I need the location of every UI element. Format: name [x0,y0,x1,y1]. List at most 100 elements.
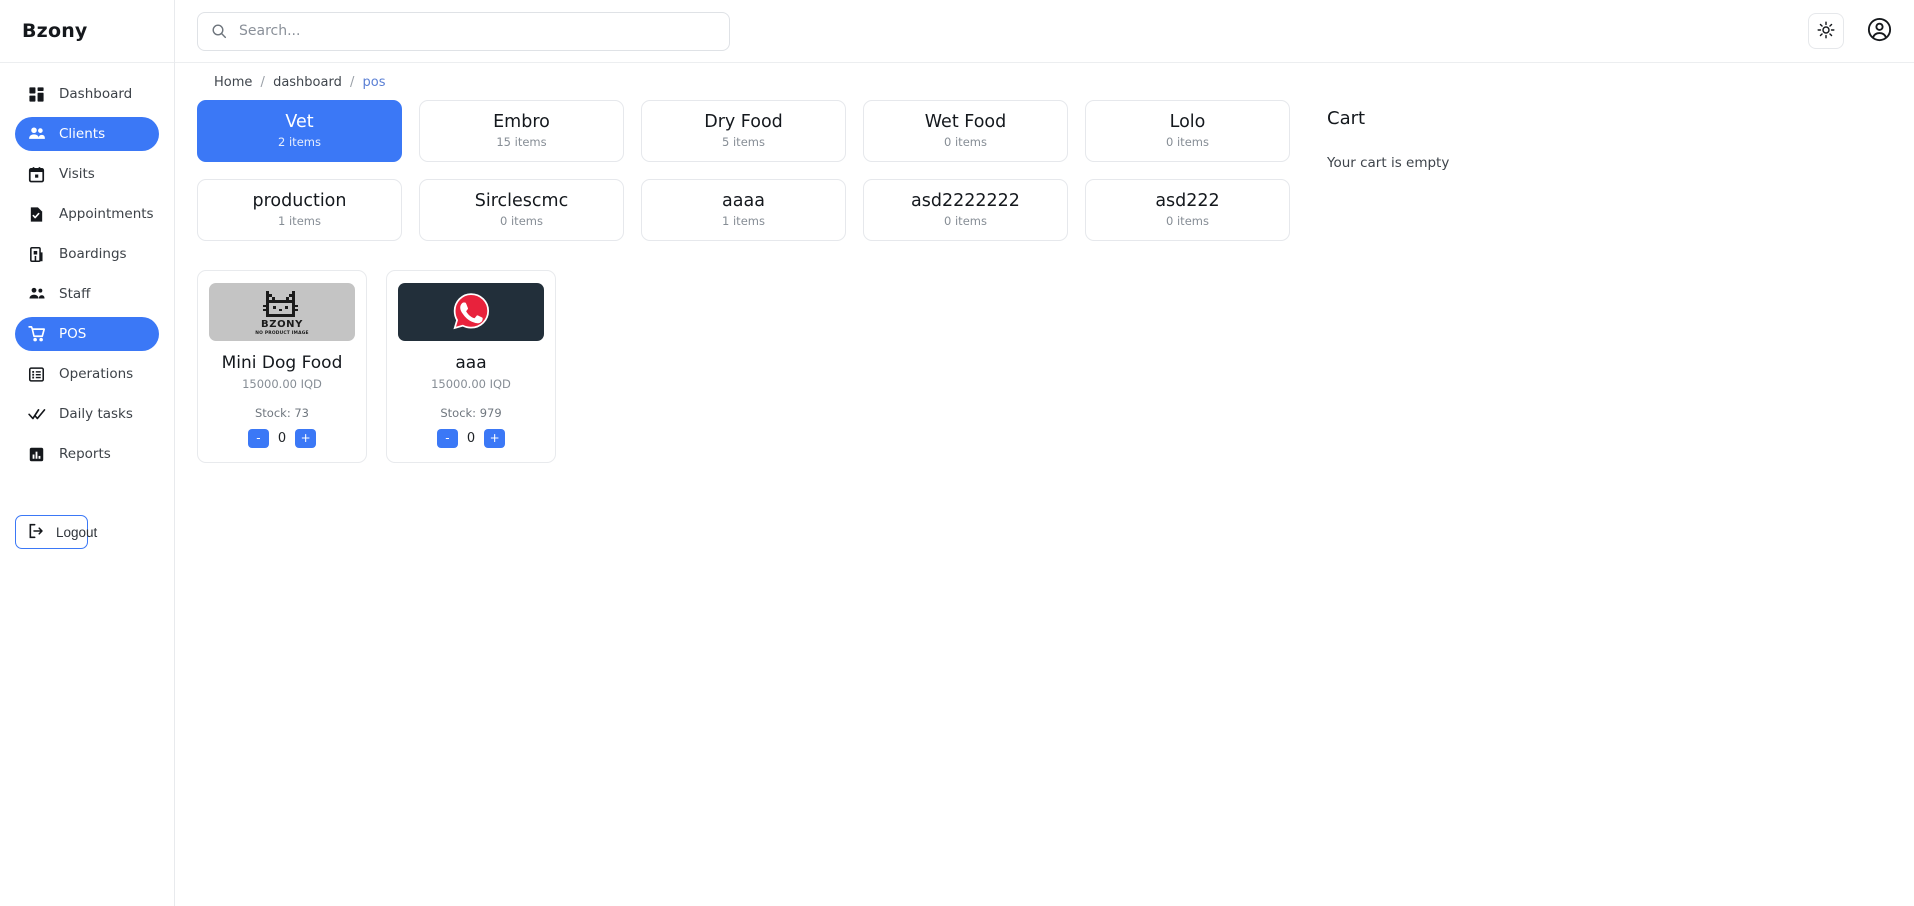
category-count: 5 items [722,135,765,150]
category-count: 15 items [496,135,547,150]
sidebar-nav: Dashboard Clients Visits Appointments Bo… [0,63,174,477]
product-stock: Stock: 979 [440,405,502,420]
bzony-cat-logo-icon: BZONY NO PRODUCT IMAGE [255,291,309,336]
category-count: 2 items [278,135,321,150]
account-button[interactable] [1866,17,1892,45]
content-area: Home / dashboard / pos Vet 2 items Embro [175,63,1914,906]
category-name: Wet Food [924,111,1007,132]
decrement-button[interactable]: - [436,428,458,448]
category-name: Sirclescmc [474,190,569,211]
search-container [197,11,730,51]
topbar [175,0,1914,63]
list-icon [27,365,46,384]
bar-chart-icon [27,445,46,464]
placeholder-caption-text: NO PRODUCT IMAGE [255,330,308,336]
product-image [398,283,544,341]
breadcrumb: Home / dashboard / pos [214,75,1892,90]
sidebar-item-dashboard[interactable]: Dashboard [15,77,159,111]
increment-button[interactable]: + [484,428,506,448]
sidebar-item-label: Visits [59,166,95,182]
increment-button[interactable]: + [295,428,317,448]
product-price: 15000.00 IQD [431,376,511,391]
sidebar-item-reports[interactable]: Reports [15,437,159,471]
sidebar-item-clients[interactable]: Clients [15,117,159,151]
topbar-actions [1808,13,1892,49]
user-circle-icon [1867,17,1892,45]
breadcrumb-current: pos [362,75,386,90]
placeholder-logo-text: BZONY [261,319,303,330]
product-name: aaa [455,353,487,373]
main-area: Home / dashboard / pos Vet 2 items Embro [175,0,1914,906]
category-name: Lolo [1169,111,1206,132]
calendar-icon [27,165,46,184]
category-name: Embro [493,111,550,132]
category-tile-embro[interactable]: Embro 15 items [419,100,624,162]
logout-button[interactable]: Logout [15,515,97,549]
breadcrumb-dashboard[interactable]: dashboard [273,75,342,90]
logout-label: Logout [56,524,98,540]
dashboard-icon [27,85,46,104]
cart-empty-message: Your cart is empty [1327,155,1450,171]
quantity-value: 0 [277,430,287,446]
sidebar-item-visits[interactable]: Visits [15,157,159,191]
app-root: Bzony Dashboard Clients Visits Appointme… [0,0,1914,906]
category-tile-asd222[interactable]: asd222 0 items [1085,179,1290,241]
product-card[interactable]: BZONY NO PRODUCT IMAGE Mini Dog Food 150… [197,270,367,463]
category-count: 1 items [722,214,765,229]
breadcrumb-home[interactable]: Home [214,75,252,90]
product-stock: Stock: 73 [255,405,309,420]
theme-toggle-button[interactable] [1808,13,1844,49]
cart-title: Cart [1327,108,1366,129]
whatsapp-logo-icon [453,293,490,330]
sidebar-item-boardings[interactable]: Boardings [15,237,159,271]
brand-title: Bzony [0,0,174,63]
category-count: 0 items [1166,214,1209,229]
category-tile-vet[interactable]: Vet 2 items [197,100,402,162]
sidebar: Bzony Dashboard Clients Visits Appointme… [0,0,175,906]
product-price: 15000.00 IQD [242,376,322,391]
building-icon [27,245,46,264]
double-check-icon [27,405,46,424]
decrement-button[interactable]: - [247,428,269,448]
sidebar-item-label: Reports [59,446,111,462]
sidebar-item-staff[interactable]: Staff [15,277,159,311]
quantity-stepper: - 0 + [436,428,506,448]
category-name: asd2222222 [911,190,1020,211]
sidebar-item-label: POS [59,326,87,342]
category-name: production [252,190,347,211]
breadcrumb-separator: / [349,75,355,90]
sidebar-item-label: Staff [59,286,91,302]
sidebar-item-daily-tasks[interactable]: Daily tasks [15,397,159,431]
shopping-cart-icon [27,325,46,344]
breadcrumb-separator: / [260,75,265,90]
category-tile-asd2222222[interactable]: asd2222222 0 items [863,179,1068,241]
category-count: 0 items [944,214,987,229]
people-icon [27,125,46,144]
category-tile-sirclescmc[interactable]: Sirclescmc 0 items [419,179,624,241]
category-count: 0 items [944,135,987,150]
pos-left-column: Vet 2 items Embro 15 items Dry Food 5 it… [197,100,1307,463]
category-count: 0 items [500,214,543,229]
product-card[interactable]: aaa 15000.00 IQD Stock: 979 - 0 + [386,270,556,463]
category-tile-production[interactable]: production 1 items [197,179,402,241]
category-tile-lolo[interactable]: Lolo 0 items [1085,100,1290,162]
sidebar-item-label: Dashboard [59,86,133,102]
category-tile-aaaa[interactable]: aaaa 1 items [641,179,846,241]
category-count: 0 items [1166,135,1209,150]
category-name: aaaa [722,190,765,211]
product-name: Mini Dog Food [221,353,343,373]
quantity-stepper: - 0 + [247,428,317,448]
pos-layout: Vet 2 items Embro 15 items Dry Food 5 it… [197,100,1892,463]
category-name: Dry Food [704,111,783,132]
category-tile-dry-food[interactable]: Dry Food 5 items [641,100,846,162]
sidebar-item-label: Daily tasks [59,406,133,422]
sidebar-item-operations[interactable]: Operations [15,357,159,391]
sidebar-item-appointments[interactable]: Appointments [15,197,159,231]
quantity-value: 0 [466,430,476,446]
search-input[interactable] [197,11,730,51]
sidebar-item-label: Operations [59,366,134,382]
category-tile-wet-food[interactable]: Wet Food 0 items [863,100,1068,162]
cart-panel: Cart Your cart is empty [1327,100,1449,171]
sidebar-item-pos[interactable]: POS [15,317,159,351]
sidebar-item-label: Appointments [59,206,154,222]
